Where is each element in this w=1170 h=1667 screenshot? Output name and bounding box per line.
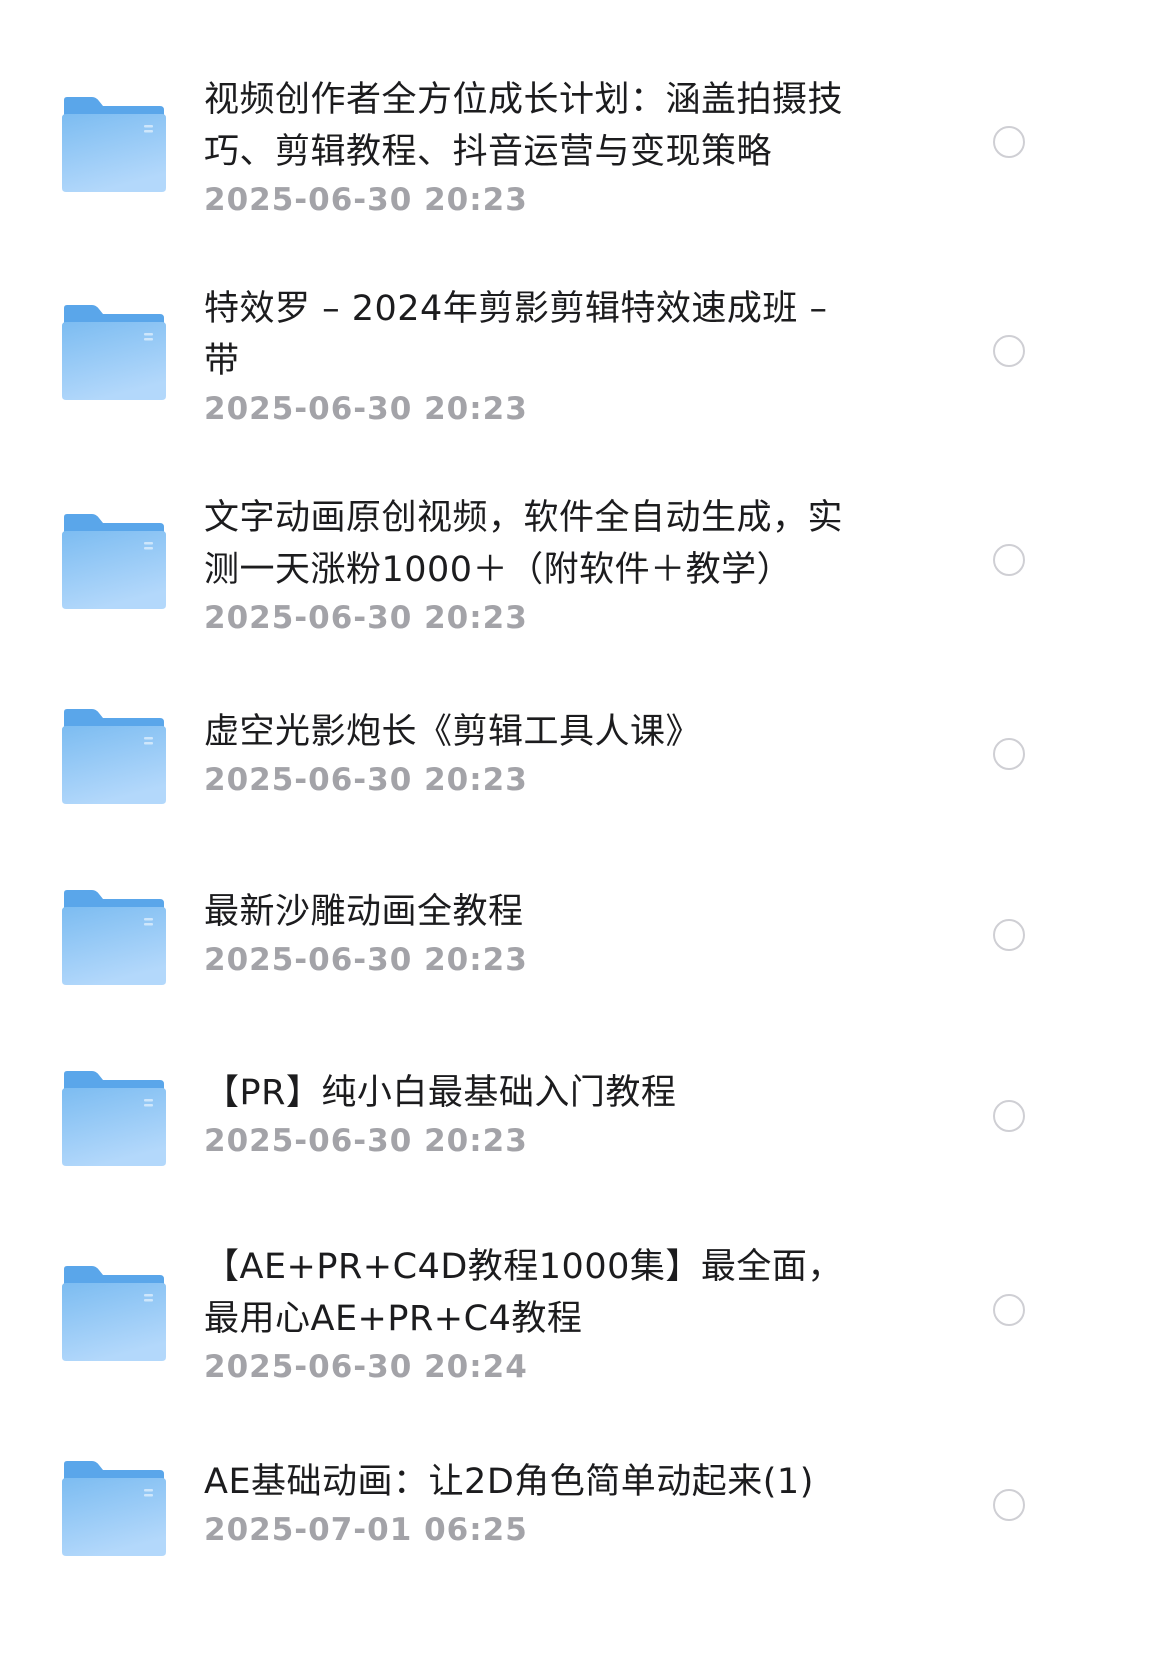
file-date: 2025-06-30 20:23 xyxy=(204,182,528,218)
file-date: 2025-06-30 20:24 xyxy=(204,1349,528,1385)
select-radio[interactable] xyxy=(993,919,1025,951)
folder-icon xyxy=(62,1070,166,1166)
file-date: 2025-06-30 20:23 xyxy=(204,942,528,978)
select-radio[interactable] xyxy=(993,544,1025,576)
select-radio[interactable] xyxy=(993,1100,1025,1132)
file-title: 视频创作者全方位成长计划：涵盖拍摄技 巧、剪辑教程、抖音运营与变现策略 xyxy=(204,74,894,178)
file-date: 2025-06-30 20:23 xyxy=(204,1123,528,1159)
folder-icon xyxy=(62,96,166,192)
file-title-line: AE基础动画：让2D角色简单动起来(1) xyxy=(204,1462,814,1502)
select-radio[interactable] xyxy=(993,335,1025,367)
folder-icon xyxy=(62,889,166,985)
file-text: 虚空光影炮长《剪辑工具人课》 2025-06-30 20:23 xyxy=(204,706,894,800)
file-title-line: 测一天涨粉1000＋（附软件＋教学） xyxy=(204,550,793,590)
file-text: 最新沙雕动画全教程 2025-06-30 20:23 xyxy=(204,886,894,980)
file-title-line: 文字动画原创视频，软件全自动生成，实 xyxy=(204,498,844,538)
folder-icon xyxy=(62,708,166,804)
file-title: 文字动画原创视频，软件全自动生成，实 测一天涨粉1000＋（附软件＋教学） xyxy=(204,492,894,596)
file-title-line: 巧、剪辑教程、抖音运营与变现策略 xyxy=(204,132,773,172)
file-title: AE基础动画：让2D角色简单动起来(1) xyxy=(204,1456,894,1508)
file-text: AE基础动画：让2D角色简单动起来(1) 2025-07-01 06:25 xyxy=(204,1456,894,1550)
file-list: 视频创作者全方位成长计划：涵盖拍摄技 巧、剪辑教程、抖音运营与变现策略 2025… xyxy=(0,0,1170,1667)
file-text: 视频创作者全方位成长计划：涵盖拍摄技 巧、剪辑教程、抖音运营与变现策略 2025… xyxy=(204,74,894,220)
file-title: 特效罗 – 2024年剪影剪辑特效速成班 – 带 xyxy=(204,283,894,387)
file-title: 【PR】纯小白最基础入门教程 xyxy=(204,1067,894,1119)
file-title: 【AE+PR+C4D教程1000集】最全面， 最用心AE+PR+C4教程 xyxy=(204,1241,894,1345)
file-title-line: 【AE+PR+C4D教程1000集】最全面， xyxy=(204,1247,843,1287)
file-date: 2025-07-01 06:25 xyxy=(204,1512,528,1548)
file-title-line: 带 xyxy=(204,341,240,381)
file-text: 【PR】纯小白最基础入门教程 2025-06-30 20:23 xyxy=(204,1067,894,1161)
file-date: 2025-06-30 20:23 xyxy=(204,762,528,798)
file-title-line: 虚空光影炮长《剪辑工具人课》 xyxy=(204,712,702,752)
folder-icon xyxy=(62,1460,166,1556)
select-radio[interactable] xyxy=(993,126,1025,158)
file-text: 文字动画原创视频，软件全自动生成，实 测一天涨粉1000＋（附软件＋教学） 20… xyxy=(204,492,894,638)
folder-icon xyxy=(62,1265,166,1361)
folder-icon xyxy=(62,304,166,400)
folder-icon xyxy=(62,513,166,609)
file-title-line: 特效罗 – 2024年剪影剪辑特效速成班 – xyxy=(204,289,828,329)
file-title-line: 最新沙雕动画全教程 xyxy=(204,892,524,932)
file-text: 特效罗 – 2024年剪影剪辑特效速成班 – 带 2025-06-30 20:2… xyxy=(204,283,894,429)
file-title-line: 最用心AE+PR+C4教程 xyxy=(204,1299,583,1339)
select-radio[interactable] xyxy=(993,738,1025,770)
file-title-line: 视频创作者全方位成长计划：涵盖拍摄技 xyxy=(204,80,844,120)
file-date: 2025-06-30 20:23 xyxy=(204,600,528,636)
select-radio[interactable] xyxy=(993,1294,1025,1326)
file-title-line: 【PR】纯小白最基础入门教程 xyxy=(204,1073,677,1113)
file-title: 最新沙雕动画全教程 xyxy=(204,886,894,938)
file-date: 2025-06-30 20:23 xyxy=(204,391,528,427)
file-text: 【AE+PR+C4D教程1000集】最全面， 最用心AE+PR+C4教程 202… xyxy=(204,1241,894,1387)
file-title: 虚空光影炮长《剪辑工具人课》 xyxy=(204,706,894,758)
select-radio[interactable] xyxy=(993,1489,1025,1521)
